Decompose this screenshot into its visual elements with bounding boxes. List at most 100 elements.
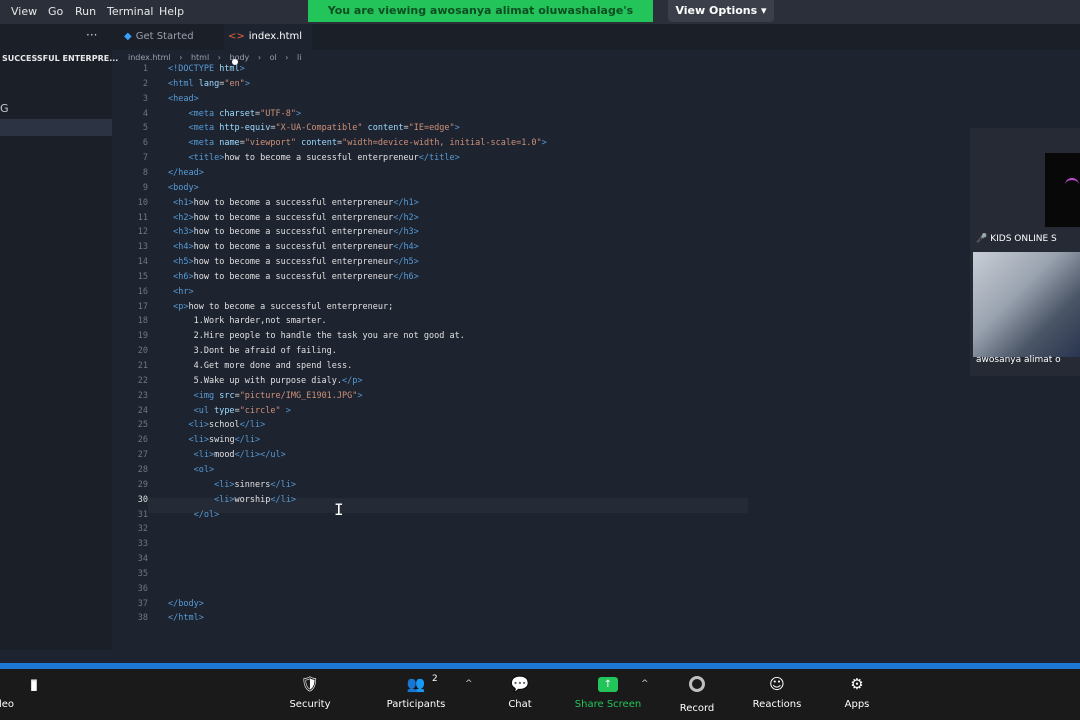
participants-button[interactable]: 👥 Participants bbox=[376, 673, 456, 710]
line-number: 28 bbox=[137, 464, 148, 475]
breadcrumb-item[interactable]: index.html bbox=[128, 53, 171, 62]
apps-button[interactable]: ⚙ Apps bbox=[817, 673, 897, 710]
tab-get-started[interactable]: ◆ Get Started bbox=[120, 24, 220, 50]
code-text: <li>worship</li> bbox=[214, 494, 296, 505]
menu-terminal[interactable]: Terminal bbox=[107, 5, 154, 18]
code-line[interactable]: 22 5.Wake up with purpose dialy.</p> bbox=[112, 376, 812, 391]
code-line[interactable]: 29 <li>sinners</li> bbox=[112, 480, 812, 495]
participant-video-feed[interactable] bbox=[973, 252, 1080, 357]
sidebar-item[interactable]: G bbox=[0, 102, 9, 115]
code-line[interactable]: 34 bbox=[112, 554, 812, 569]
line-number: 17 bbox=[137, 301, 148, 312]
code-line[interactable]: 25 <li>school</li> bbox=[112, 420, 812, 435]
chevron-up-icon[interactable]: ^ bbox=[30, 679, 38, 689]
breadcrumb-item[interactable]: html bbox=[191, 53, 209, 62]
code-text: <li>sinners</li> bbox=[214, 479, 296, 490]
menu-view[interactable]: View bbox=[11, 5, 37, 18]
code-line[interactable]: 13 <h4>how to become a successful enterp… bbox=[112, 242, 812, 257]
code-line[interactable]: 15 <h6>how to become a successful enterp… bbox=[112, 272, 812, 287]
code-line[interactable]: 14 <h5>how to become a successful enterp… bbox=[112, 257, 812, 272]
code-text: <h2>how to become a successful enterpren… bbox=[173, 212, 419, 223]
code-line[interactable]: 28 <ol> bbox=[112, 465, 812, 480]
line-number: 33 bbox=[137, 539, 148, 550]
code-text: <head> bbox=[168, 93, 199, 104]
code-line[interactable]: 32 bbox=[112, 524, 812, 539]
code-text: </html> bbox=[168, 613, 204, 624]
line-number: 3 bbox=[142, 93, 148, 104]
code-line[interactable]: 1 <!DOCTYPE html> bbox=[112, 64, 812, 79]
code-line[interactable]: 8 </head> bbox=[112, 168, 812, 183]
line-number: 29 bbox=[137, 479, 148, 490]
line-number: 13 bbox=[137, 242, 148, 253]
participant-name: awosanya alimat o bbox=[976, 355, 1061, 365]
code-line[interactable]: 16 <hr> bbox=[112, 287, 812, 302]
tab-index-html[interactable]: <> index.html bbox=[224, 24, 312, 65]
menu-go[interactable]: Go bbox=[48, 5, 63, 18]
code-line[interactable]: 24 <ul type="circle" > bbox=[112, 406, 812, 421]
breadcrumb-item[interactable]: body bbox=[229, 53, 249, 62]
code-line[interactable]: 12 <h3>how to become a successful enterp… bbox=[112, 227, 812, 242]
breadcrumb-item[interactable]: li bbox=[297, 53, 301, 62]
line-number: 26 bbox=[137, 435, 148, 446]
code-line[interactable]: 6 <meta name="viewport" content="width=d… bbox=[112, 138, 812, 153]
code-line[interactable]: 21 4.Get more done and spend less. bbox=[112, 361, 812, 376]
share-screen-button[interactable]: ↑ Share Screen bbox=[568, 673, 648, 710]
code-line[interactable]: 27 <li>mood</li></ul> bbox=[112, 450, 812, 465]
more-actions-icon[interactable]: ··· bbox=[86, 28, 97, 42]
code-line[interactable]: 5 <meta http-equiv="X-UA-Compatible" con… bbox=[112, 123, 812, 138]
security-button[interactable]: 🛡 Security bbox=[270, 673, 350, 710]
chat-button[interactable]: 💬 Chat bbox=[480, 673, 560, 710]
code-line[interactable]: 19 2.Hire people to handle the task you … bbox=[112, 331, 812, 346]
line-number: 32 bbox=[137, 524, 148, 535]
line-number: 35 bbox=[137, 568, 148, 579]
sidebar-selected-item[interactable] bbox=[0, 119, 112, 136]
line-number: 21 bbox=[137, 361, 148, 371]
code-text: 2.Hire people to handle the task you are… bbox=[193, 331, 465, 342]
line-number: 19 bbox=[137, 331, 148, 342]
code-line[interactable]: 26 <li>swing</li> bbox=[112, 435, 812, 450]
code-text: 5.Wake up with purpose dialy.</p> bbox=[193, 375, 363, 386]
code-line[interactable]: 2 <html lang="en"> bbox=[112, 79, 812, 94]
record-button[interactable]: Record bbox=[657, 673, 737, 714]
record-icon bbox=[689, 676, 705, 692]
code-line[interactable]: 10 <h1>how to become a successful enterp… bbox=[112, 198, 812, 213]
code-text: <ul type="circle" > bbox=[193, 405, 291, 416]
code-text: <html lang="en"> bbox=[168, 78, 250, 89]
code-line[interactable]: 4 <meta charset="UTF-8"> bbox=[112, 109, 812, 124]
line-number: 4 bbox=[142, 108, 148, 119]
code-line[interactable]: 31 </ol> bbox=[112, 510, 812, 525]
code-line[interactable]: 3 <head> bbox=[112, 94, 812, 109]
chevron-up-icon[interactable]: ^ bbox=[641, 679, 649, 689]
video-panel: 🎤 KIDS ONLINE S awosanya alimat o bbox=[970, 128, 1080, 376]
breadcrumb-item[interactable]: ol bbox=[270, 53, 277, 62]
participant-video-thumbnail[interactable] bbox=[1045, 153, 1080, 227]
code-line[interactable]: 11 <h2>how to become a successful enterp… bbox=[112, 213, 812, 228]
code-line[interactable]: 7 <title>how to become a sucessful enter… bbox=[112, 153, 812, 168]
line-number: 22 bbox=[137, 375, 148, 386]
menu-run[interactable]: Run bbox=[75, 5, 96, 18]
code-line[interactable]: 20 3.Dont be afraid of failing. bbox=[112, 346, 812, 361]
view-options-button[interactable]: View Options ▾ bbox=[668, 0, 774, 22]
html-file-icon: <> bbox=[228, 31, 245, 42]
code-editor[interactable]: 1 <!DOCTYPE html> 2 <html lang="en"> 3 <head>… bbox=[112, 64, 1080, 650]
line-number: 10 bbox=[137, 197, 148, 208]
code-line[interactable]: 23 <img src="picture/IMG_E1901.JPG"> bbox=[112, 391, 812, 406]
code-line[interactable]: 17 <p>how to become a successful enterpr… bbox=[112, 302, 812, 317]
explorer-sidebar: ··· SUCCESSFUL ENTERPRE... G bbox=[0, 24, 118, 650]
line-number: 9 bbox=[142, 182, 148, 193]
code-line[interactable]: 33 bbox=[112, 539, 812, 554]
code-line[interactable]: 30 <li>worship</li> bbox=[112, 495, 812, 510]
reactions-button[interactable]: ☺ Reactions bbox=[737, 673, 817, 710]
code-line[interactable]: 18 1.Work harder,not smarter. bbox=[112, 316, 812, 331]
project-folder-title[interactable]: SUCCESSFUL ENTERPRE... bbox=[2, 54, 118, 63]
code-text: <!DOCTYPE html> bbox=[168, 64, 245, 74]
line-number: 30 bbox=[137, 494, 148, 505]
menu-help[interactable]: Help bbox=[159, 5, 184, 18]
code-line[interactable]: 9 <body> bbox=[112, 183, 812, 198]
code-line[interactable]: 36 bbox=[112, 584, 812, 599]
code-line[interactable]: 38 </html> bbox=[112, 613, 812, 628]
line-number: 2 bbox=[142, 78, 148, 89]
code-line[interactable]: 35 bbox=[112, 569, 812, 584]
chevron-up-icon[interactable]: ^ bbox=[465, 679, 473, 689]
code-line[interactable]: 37 </body> bbox=[112, 599, 812, 614]
